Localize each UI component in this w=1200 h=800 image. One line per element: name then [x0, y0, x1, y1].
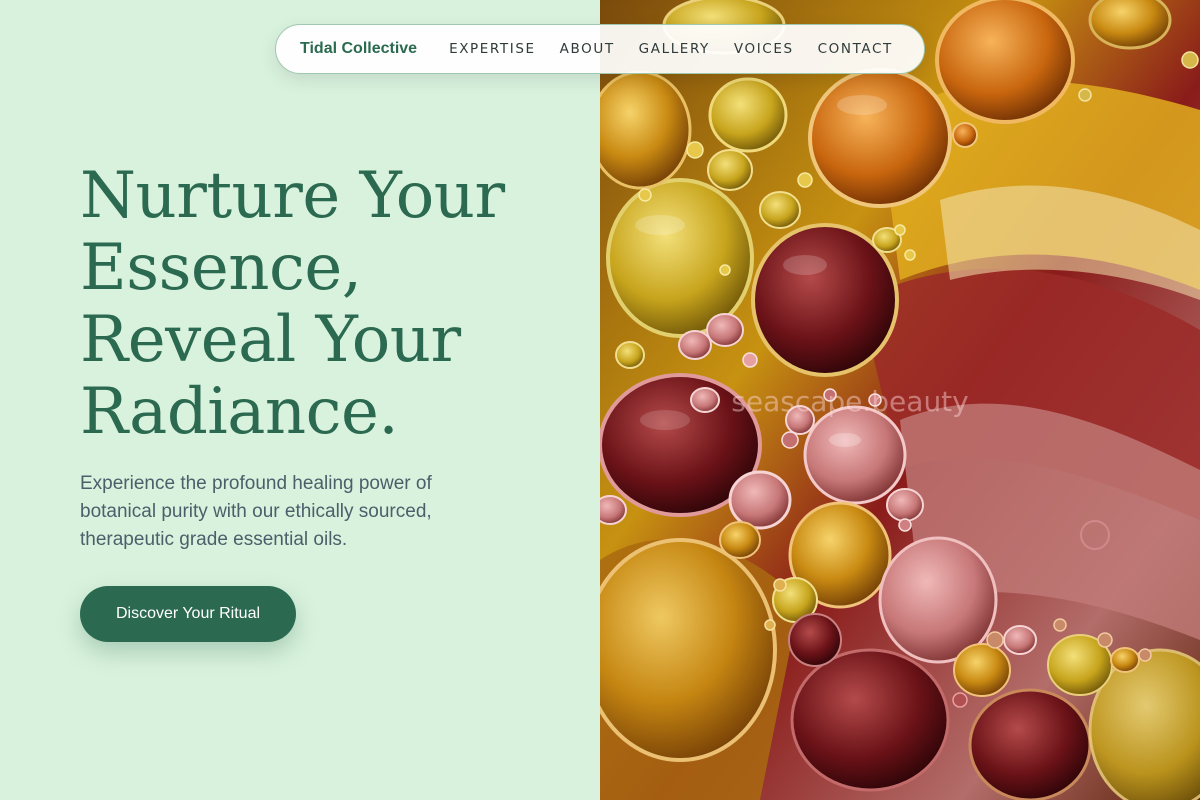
hero-title: Nurture Your Essence, Reveal Your Radian… — [80, 160, 580, 448]
nav-link-about[interactable]: ABOUT — [560, 41, 615, 57]
hero-section: Nurture Your Essence, Reveal Your Radian… — [0, 0, 600, 800]
nav-links: EXPERTISE ABOUT GALLERY VOICES CONTACT — [449, 41, 893, 57]
nav-link-contact[interactable]: CONTACT — [818, 41, 893, 57]
oil-bubbles-illustration — [600, 0, 1200, 800]
page: Nurture Your Essence, Reveal Your Radian… — [0, 0, 1200, 800]
top-navigation: Tidal Collective EXPERTISE ABOUT GALLERY… — [275, 24, 925, 74]
hero-title-line: Nurture Your — [80, 159, 505, 233]
hero-title-line: Essence, — [80, 231, 362, 305]
hero-image — [600, 0, 1200, 800]
nav-link-gallery[interactable]: GALLERY — [639, 41, 710, 57]
nav-link-voices[interactable]: VOICES — [734, 41, 794, 57]
brand-logo-link[interactable]: Tidal Collective — [300, 40, 417, 58]
hero-title-line: Radiance. — [80, 375, 399, 449]
hero-subtitle: Experience the profound healing power of… — [80, 473, 432, 550]
discover-ritual-button[interactable]: Discover Your Ritual — [80, 586, 296, 642]
hero-title-line: Reveal Your — [80, 303, 461, 377]
nav-link-expertise[interactable]: EXPERTISE — [449, 41, 536, 57]
